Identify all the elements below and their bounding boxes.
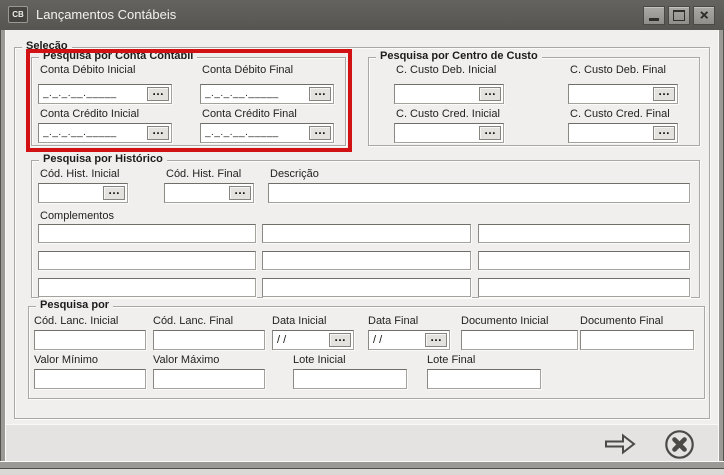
ccusto-deb-inicial-input[interactable]: … xyxy=(394,84,504,104)
data-inicial-input[interactable]: / / … xyxy=(272,330,354,350)
complemento-input-5[interactable] xyxy=(262,251,471,270)
valor-minimo-input[interactable] xyxy=(34,369,146,389)
close-button[interactable]: × xyxy=(693,6,715,25)
conta-credito-final-label: Conta Crédito Final xyxy=(202,108,297,120)
conta-credito-inicial-mask: _._._.__._____ xyxy=(43,124,147,142)
historico-group-title: Pesquisa por Histórico xyxy=(39,153,167,165)
documento-inicial-input[interactable] xyxy=(461,330,578,350)
ellipsis-button[interactable]: … xyxy=(103,186,125,200)
lote-inicial-input[interactable] xyxy=(293,369,407,389)
ccusto-cred-final-label: C. Custo Cred. Final xyxy=(570,108,670,120)
lote-final-input[interactable] xyxy=(427,369,541,389)
conta-debito-inicial-input[interactable]: _._._.__._____ … xyxy=(38,84,172,104)
complemento-input-9[interactable] xyxy=(478,278,690,297)
documento-final-label: Documento Final xyxy=(580,315,663,327)
complementos-label: Complementos xyxy=(40,210,114,222)
conta-contabil-group-title: Pesquisa por Conta Contábil xyxy=(39,50,197,62)
cod-lanc-inicial-label: Cód. Lanc. Inicial xyxy=(34,315,118,327)
ccusto-cred-inicial-label: C. Custo Cred. Inicial xyxy=(396,108,500,120)
ccusto-deb-final-label: C. Custo Deb. Final xyxy=(570,64,666,76)
ccusto-cred-inicial-input[interactable]: … xyxy=(394,123,504,143)
valor-maximo-input[interactable] xyxy=(153,369,265,389)
arrow-right-icon xyxy=(603,432,637,456)
cod-hist-final-label: Cód. Hist. Final xyxy=(166,168,241,180)
screen: { "window": { "title": "Lançamentos Cont… xyxy=(0,0,724,475)
conta-credito-inicial-label: Conta Crédito Inicial xyxy=(40,108,139,120)
descricao-input[interactable] xyxy=(268,183,690,203)
window-border-left xyxy=(0,30,6,463)
ellipsis-button[interactable]: … xyxy=(309,87,331,101)
window-title: Lançamentos Contábeis xyxy=(36,0,176,30)
window-border-right xyxy=(718,30,724,463)
complemento-input-7[interactable] xyxy=(38,278,256,297)
lote-final-label: Lote Final xyxy=(427,354,475,366)
ellipsis-button[interactable]: … xyxy=(479,126,501,140)
conta-credito-final-input[interactable]: _._._.__._____ … xyxy=(200,123,334,143)
titlebar[interactable]: CB Lançamentos Contábeis × xyxy=(0,0,724,30)
pesquisa-por-group-title: Pesquisa por xyxy=(36,299,113,311)
descricao-label: Descrição xyxy=(270,168,319,180)
calendar-ellipsis-button[interactable]: … xyxy=(425,333,447,347)
ellipsis-button[interactable]: … xyxy=(309,126,331,140)
cod-hist-inicial-input[interactable]: … xyxy=(38,183,128,203)
ccusto-cred-final-input[interactable]: … xyxy=(568,123,678,143)
complemento-input-4[interactable] xyxy=(38,251,256,270)
ccusto-deb-final-input[interactable]: … xyxy=(568,84,678,104)
ellipsis-button[interactable]: … xyxy=(147,87,169,101)
ellipsis-button[interactable]: … xyxy=(653,87,675,101)
app-icon: CB xyxy=(8,6,28,23)
data-inicial-label: Data Inicial xyxy=(272,315,326,327)
cod-hist-final-input[interactable]: … xyxy=(164,183,254,203)
ellipsis-button[interactable]: … xyxy=(479,87,501,101)
complemento-input-3[interactable] xyxy=(478,224,690,243)
maximize-button[interactable] xyxy=(668,6,690,25)
minimize-button[interactable] xyxy=(643,6,665,25)
conta-debito-inicial-label: Conta Débito Inicial xyxy=(40,64,135,76)
conta-debito-inicial-mask: _._._.__._____ xyxy=(43,85,147,103)
valor-minimo-label: Valor Mínimo xyxy=(34,354,98,366)
circle-x-icon xyxy=(664,429,695,460)
complemento-input-8[interactable] xyxy=(262,278,471,297)
documento-inicial-label: Documento Inicial xyxy=(461,315,548,327)
conta-debito-final-label: Conta Débito Final xyxy=(202,64,293,76)
execute-button[interactable] xyxy=(602,431,638,457)
cod-lanc-final-input[interactable] xyxy=(153,330,265,350)
window-border-bottom xyxy=(0,461,724,469)
cod-lanc-final-label: Cód. Lanc. Final xyxy=(153,315,233,327)
documento-final-input[interactable] xyxy=(580,330,694,350)
cod-lanc-inicial-input[interactable] xyxy=(34,330,146,350)
lote-inicial-label: Lote Inicial xyxy=(293,354,346,366)
valor-maximo-label: Valor Máximo xyxy=(153,354,219,366)
complemento-input-1[interactable] xyxy=(38,224,256,243)
complemento-input-2[interactable] xyxy=(262,224,471,243)
cod-hist-inicial-label: Cód. Hist. Inicial xyxy=(40,168,119,180)
conta-debito-final-mask: _._._.__._____ xyxy=(205,85,309,103)
calendar-ellipsis-button[interactable]: … xyxy=(329,333,351,347)
conta-credito-final-mask: _._._.__._____ xyxy=(205,124,309,142)
minimize-icon xyxy=(649,18,659,21)
ellipsis-button[interactable]: … xyxy=(653,126,675,140)
ellipsis-button[interactable]: … xyxy=(147,126,169,140)
complemento-input-6[interactable] xyxy=(478,251,690,270)
close-icon: × xyxy=(700,7,709,24)
data-final-label: Data Final xyxy=(368,315,418,327)
ellipsis-button[interactable]: … xyxy=(229,186,251,200)
ccusto-deb-inicial-label: C. Custo Deb. Inicial xyxy=(396,64,496,76)
conta-debito-final-input[interactable]: _._._.__._____ … xyxy=(200,84,334,104)
cancel-button[interactable] xyxy=(663,428,695,460)
data-final-input[interactable]: / / … xyxy=(368,330,450,350)
centro-custo-group-title: Pesquisa por Centro de Custo xyxy=(376,50,542,62)
maximize-icon xyxy=(673,10,685,21)
conta-credito-inicial-input[interactable]: _._._.__._____ … xyxy=(38,123,172,143)
